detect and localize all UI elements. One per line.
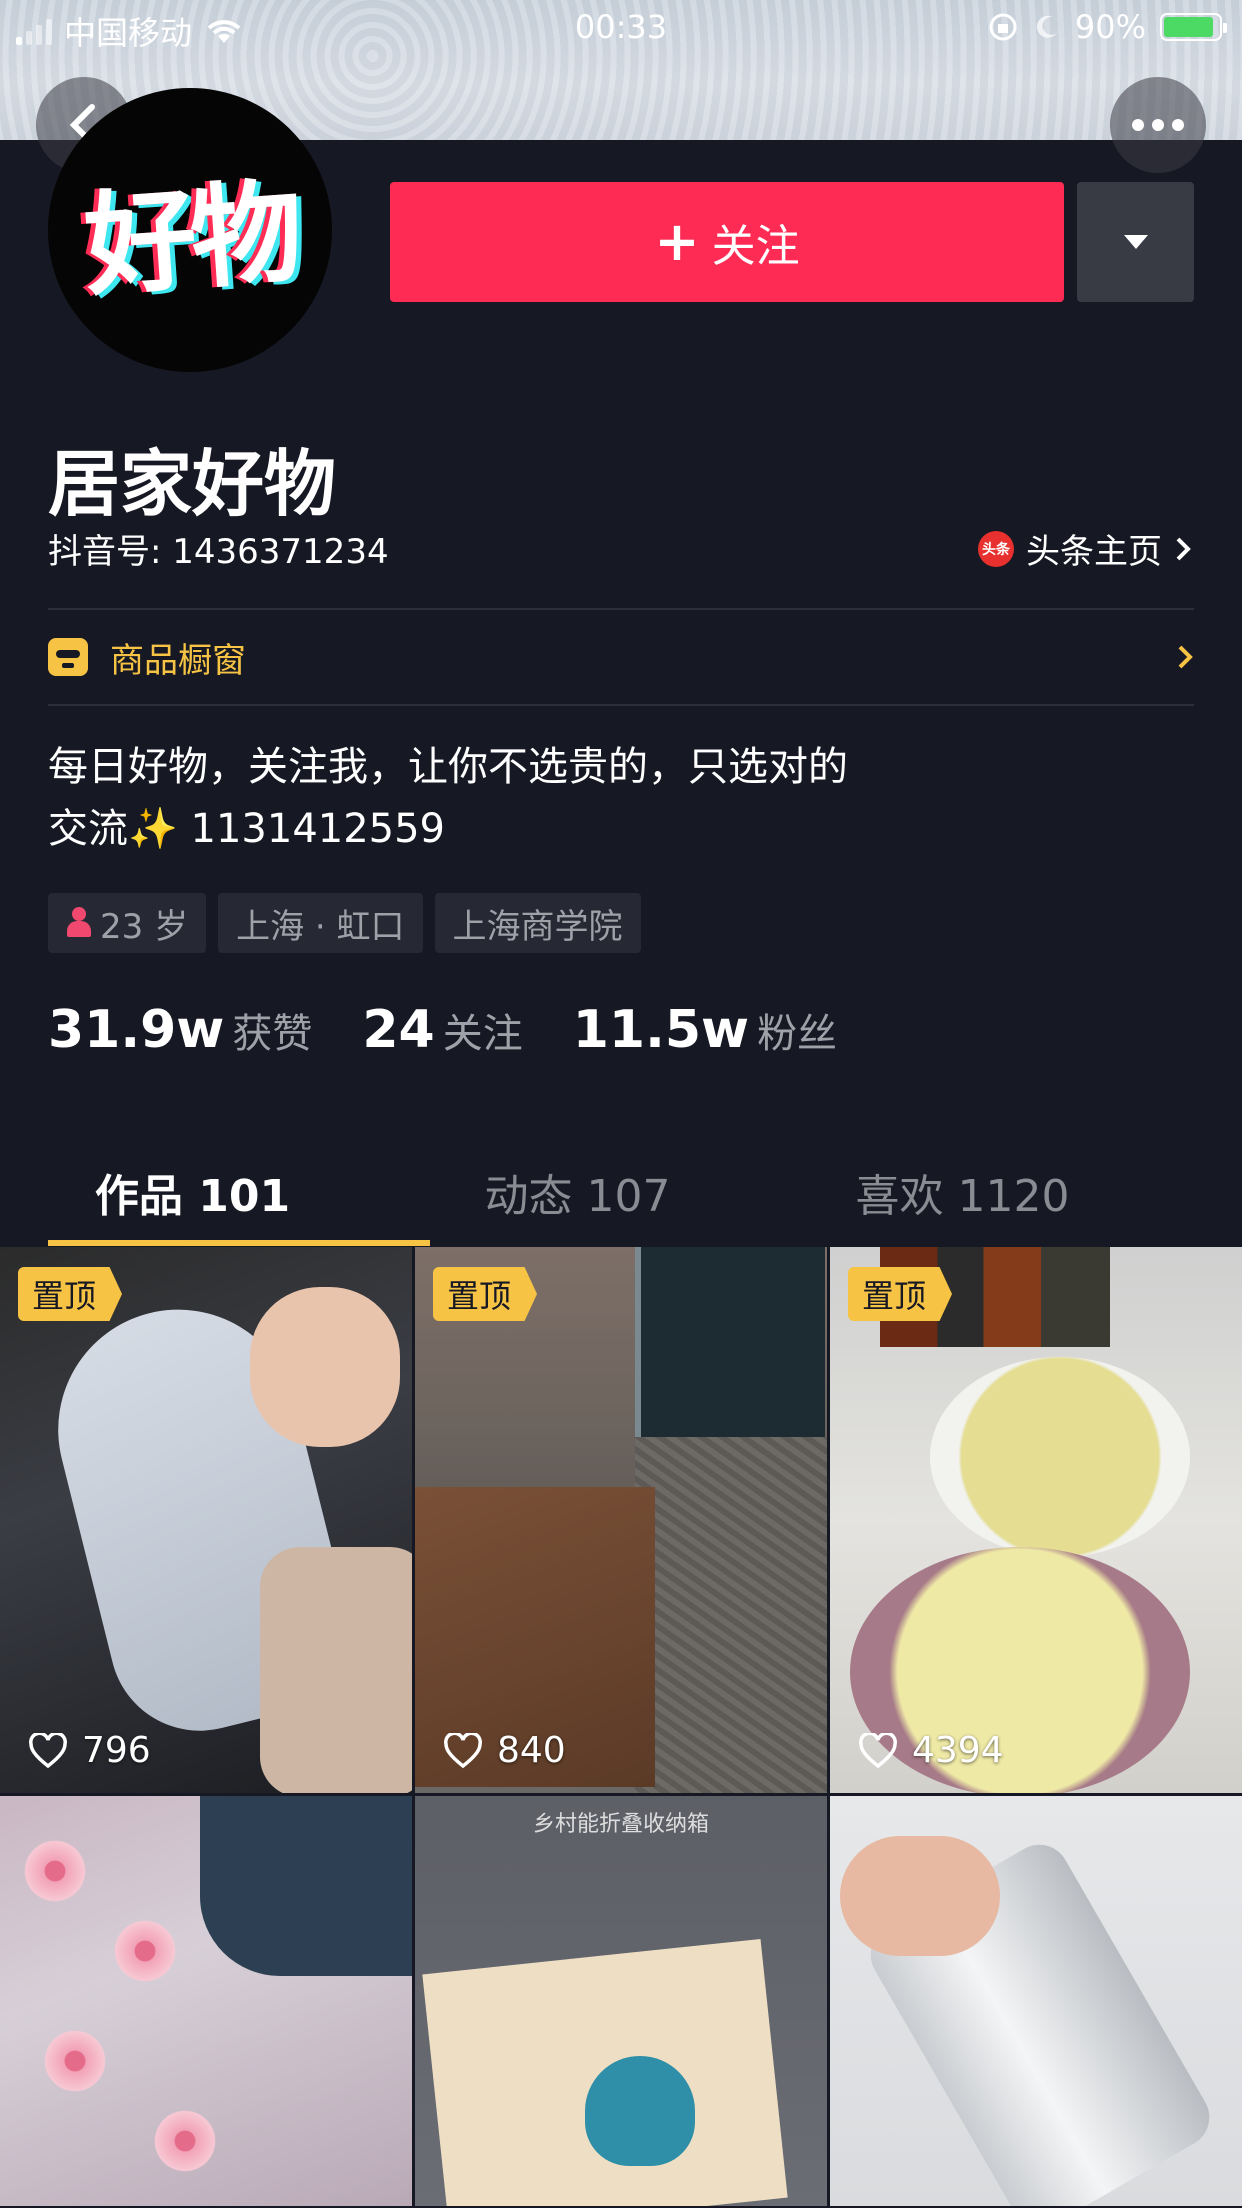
stat-followers[interactable]: 11.5w 粉丝 xyxy=(573,1000,837,1060)
caret-down-icon xyxy=(1123,235,1148,249)
video-thumbnail[interactable]: 乡村能折叠收纳箱 xyxy=(415,1796,827,2206)
ellipsis-icon xyxy=(1132,119,1184,131)
profile-tabs: 作品 101 动态 107 喜欢 1120 xyxy=(0,1148,1242,1248)
female-icon xyxy=(66,907,92,939)
school-tag: 上海商学院 xyxy=(434,893,641,953)
divider xyxy=(48,608,1194,610)
more-options-button[interactable] xyxy=(1110,77,1206,173)
moon-icon xyxy=(1036,15,1057,38)
status-bar: 中国移动 00:33 90% xyxy=(0,0,1242,58)
like-count: 4394 xyxy=(858,1730,1004,1771)
plus-icon: + xyxy=(654,210,700,273)
tag-label: 上海商学院 xyxy=(452,906,623,947)
pinned-badge: 置顶 xyxy=(433,1267,538,1321)
stat-label: 获赞 xyxy=(232,1011,313,1057)
chevron-right-icon xyxy=(1178,645,1193,669)
battery-percent: 90% xyxy=(1074,8,1146,46)
like-count-value: 840 xyxy=(497,1730,566,1771)
like-count: 840 xyxy=(443,1730,566,1771)
location-tag: 上海 · 虹口 xyxy=(218,893,423,953)
stat-label: 粉丝 xyxy=(757,1011,838,1057)
bio-line: 每日好物，关注我，让你不选贵的，只选对的 xyxy=(48,744,848,790)
douyin-id: 抖音号: 1436371234 xyxy=(48,532,389,572)
tag-label: 23 岁 xyxy=(100,906,189,947)
stat-following[interactable]: 24 关注 xyxy=(362,1000,522,1060)
video-caption: 乡村能折叠收纳箱 xyxy=(532,1812,709,1837)
heart-outline-icon xyxy=(29,1732,67,1768)
shop-icon xyxy=(48,638,88,676)
tab-likes[interactable]: 喜欢 1120 xyxy=(770,1148,1155,1248)
stat-number: 11.5w xyxy=(572,1000,750,1060)
like-count-value: 4394 xyxy=(912,1730,1004,1771)
shop-label: 商品橱窗 xyxy=(110,640,246,681)
video-thumbnail[interactable]: 置顶 4394 xyxy=(830,1247,1242,1793)
active-tab-indicator xyxy=(48,1240,430,1246)
avatar-logo-text: 好物 xyxy=(80,167,301,313)
tab-works[interactable]: 作品 101 xyxy=(0,1148,385,1248)
like-count-value: 796 xyxy=(82,1730,151,1771)
profile-tags: 23 岁 上海 · 虹口 上海商学院 xyxy=(48,893,641,953)
video-thumbnail[interactable]: 置顶 796 xyxy=(0,1247,412,1793)
chevron-right-icon xyxy=(1176,537,1191,560)
toutiao-label: 头条主页 xyxy=(1026,532,1162,572)
bio-line: 交流✨ 1131412559 xyxy=(48,806,446,852)
video-grid: 置顶 796 置顶 840 置顶 4394 乡村能折叠收纳箱 xyxy=(0,1247,1242,2206)
battery-icon xyxy=(1160,13,1227,41)
video-thumbnail[interactable] xyxy=(0,1796,412,2206)
follow-button[interactable]: + 关注 xyxy=(390,182,1064,302)
stat-number: 31.9w xyxy=(48,1000,225,1060)
pinned-badge: 置顶 xyxy=(18,1267,123,1321)
pinned-badge: 置顶 xyxy=(848,1267,953,1321)
stat-likes[interactable]: 31.9w 获赞 xyxy=(48,1000,312,1060)
product-showcase-link[interactable]: 商品橱窗 xyxy=(48,632,1194,682)
orientation-lock-icon xyxy=(989,13,1017,41)
like-count: 796 xyxy=(28,1730,151,1771)
tab-posts[interactable]: 动态 107 xyxy=(385,1148,770,1248)
avatar[interactable]: 好物 xyxy=(48,88,332,372)
stat-label: 关注 xyxy=(442,1011,523,1057)
video-thumbnail[interactable] xyxy=(830,1796,1242,2206)
stat-number: 24 xyxy=(362,1000,435,1060)
toutiao-logo-icon: 头条 xyxy=(978,530,1014,567)
divider xyxy=(48,704,1194,706)
heart-outline-icon xyxy=(859,1732,897,1768)
toutiao-link[interactable]: 头条 头条主页 xyxy=(978,524,1192,573)
age-tag: 23 岁 xyxy=(48,893,207,953)
tag-label: 上海 · 虹口 xyxy=(236,906,405,947)
bio: 每日好物，关注我，让你不选贵的，只选对的 交流✨ 1131412559 xyxy=(48,736,848,860)
profile-stats: 31.9w 获赞 24 关注 11.5w 粉丝 xyxy=(48,1000,887,1060)
profile-name: 居家好物 xyxy=(48,442,337,526)
heart-outline-icon xyxy=(444,1732,482,1768)
video-thumbnail[interactable]: 置顶 840 xyxy=(415,1247,827,1793)
recommend-dropdown-button[interactable] xyxy=(1077,182,1194,302)
follow-label: 关注 xyxy=(711,221,800,272)
